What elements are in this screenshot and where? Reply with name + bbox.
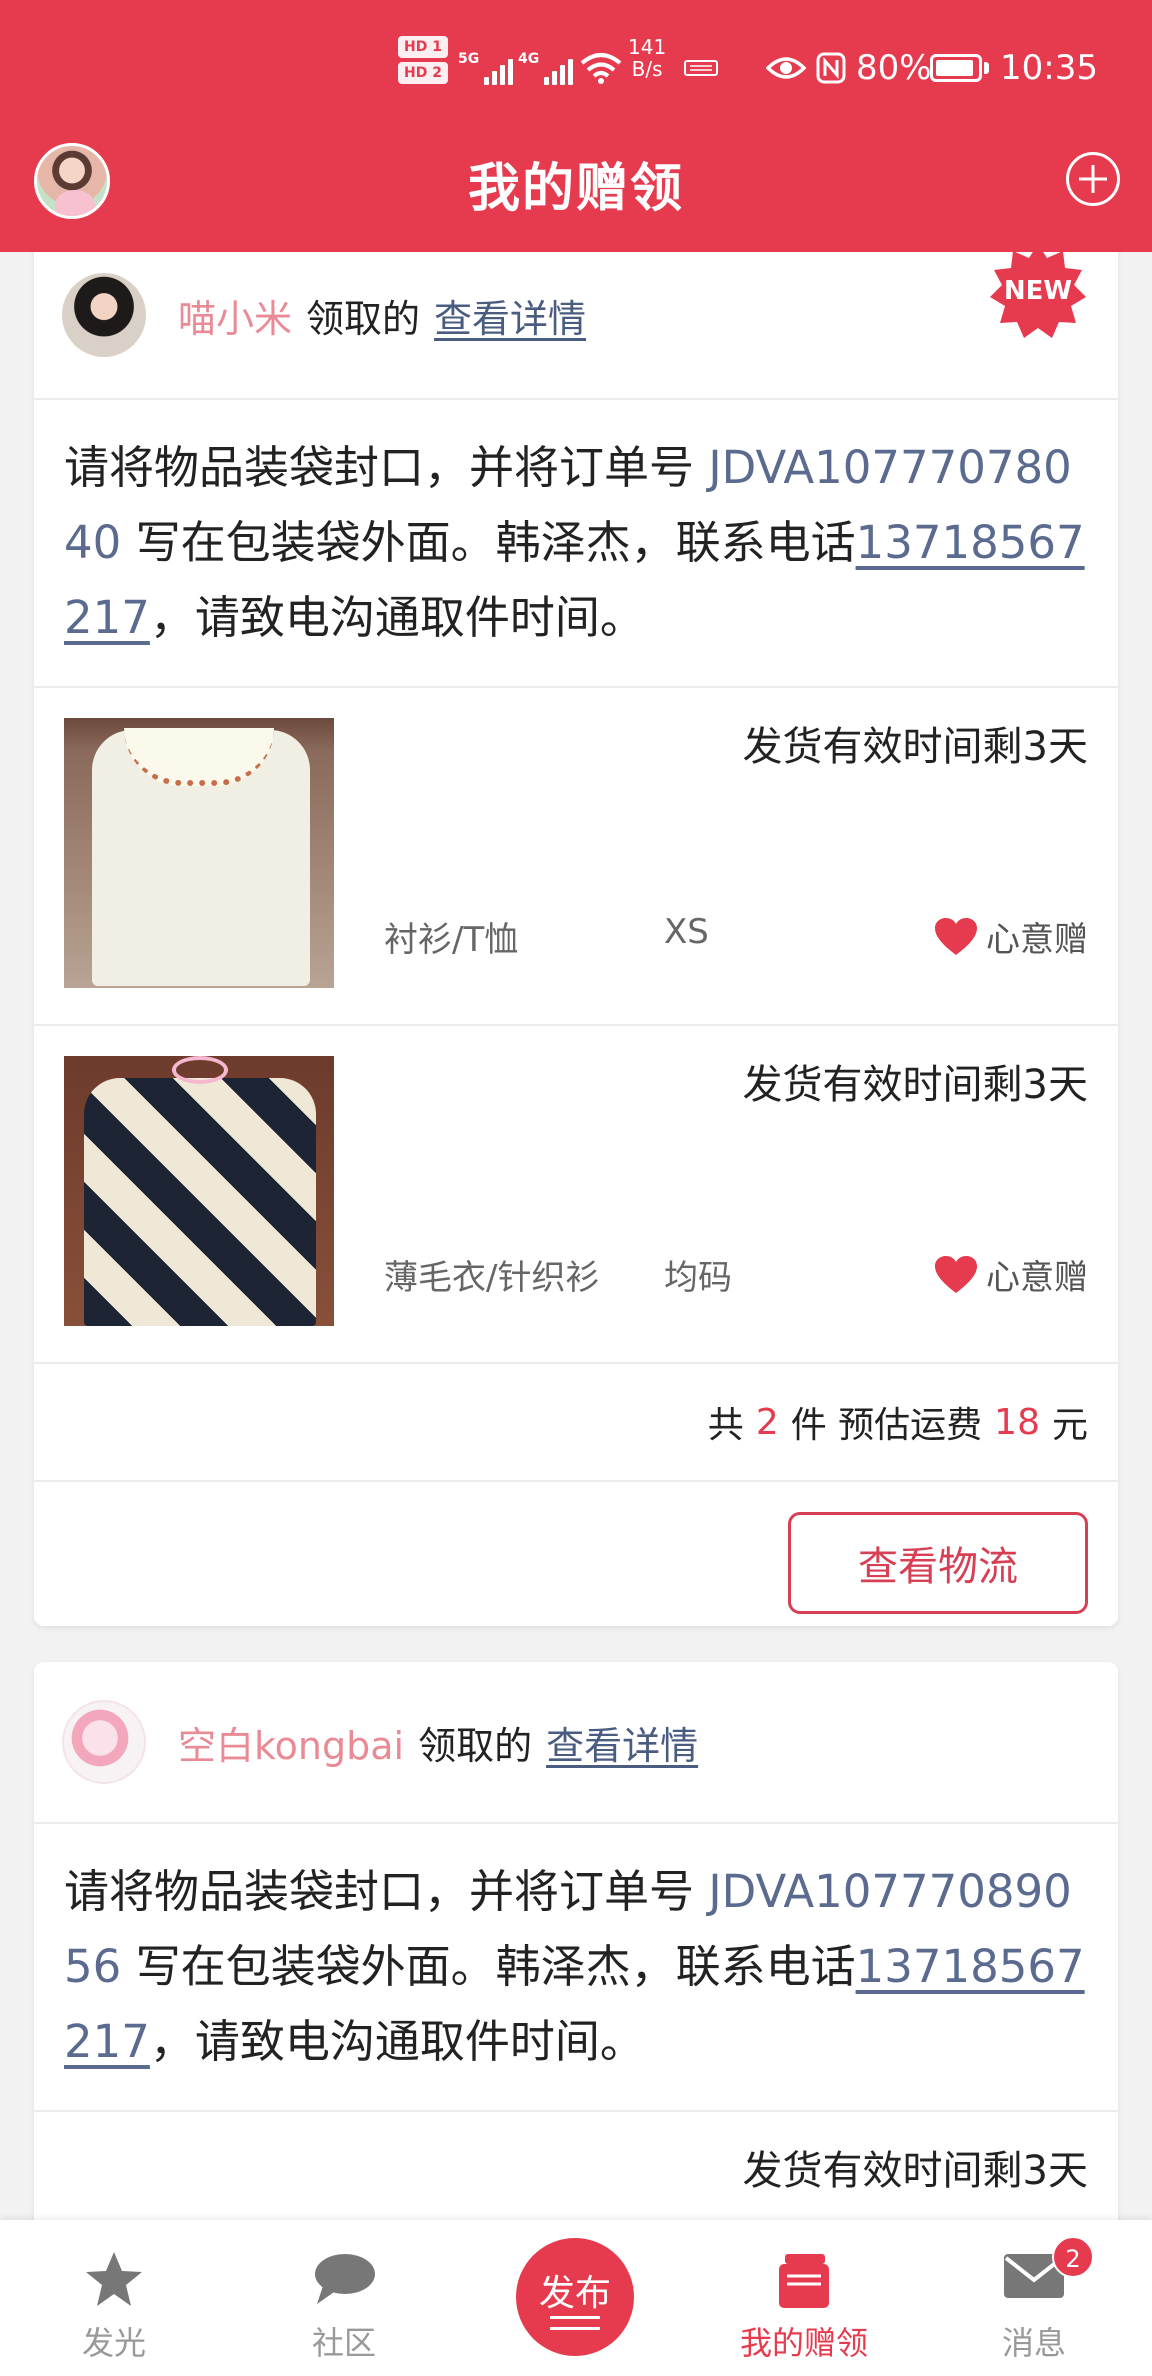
publish-icon bbox=[550, 2316, 600, 2330]
instruction-pre: 请将物品装袋封口，并将订单号 bbox=[64, 441, 709, 494]
chat-bubble-icon bbox=[315, 2254, 375, 2304]
card-actions: 查看物流 bbox=[34, 1482, 1118, 1626]
gift-type: 心意赠 bbox=[934, 912, 1088, 961]
instruction-post: ，请致电沟通取件时间。 bbox=[149, 2015, 645, 2068]
item-size: XS bbox=[664, 912, 709, 952]
nav-item-community[interactable]: 社区 bbox=[244, 2220, 444, 2376]
nav-label: 社区 bbox=[311, 2324, 376, 2362]
status-bar: HD 1 HD 2 5G 4G 141 B/s 80% 10:35 bbox=[0, 36, 1152, 100]
instruction-pre: 请将物品装袋封口，并将订单号 bbox=[64, 1865, 709, 1918]
speed-value: 141 bbox=[628, 35, 667, 59]
claim-suffix: 领取的 bbox=[418, 1723, 533, 1768]
instruction-post: ，请致电沟通取件时间。 bbox=[149, 591, 645, 644]
claimer-avatar[interactable] bbox=[62, 1700, 146, 1784]
gift-type: 心意赠 bbox=[934, 1250, 1088, 1299]
signal-4g-icon: 4G bbox=[518, 36, 574, 100]
nav-label: 消息 bbox=[1001, 2324, 1066, 2362]
item-image-sweater[interactable] bbox=[64, 1056, 334, 1326]
ship-deadline: 发货有效时间剩3天 bbox=[742, 2148, 1088, 2194]
hd2-label: HD 2 bbox=[398, 62, 448, 84]
nav-label: 我的赠领 bbox=[739, 2324, 868, 2362]
hd1-label: HD 1 bbox=[398, 36, 448, 58]
item-size: 均码 bbox=[664, 1258, 732, 1298]
claimer-name[interactable]: 喵小米 bbox=[178, 288, 292, 343]
instruction-block: 请将物品装袋封口，并将订单号 JDVA10777078040 写在包装袋外面。韩… bbox=[34, 400, 1118, 688]
instruction-mid: 写在包装袋外面。韩泽杰，联系电话 bbox=[121, 1940, 856, 1993]
network-speed: 141 B/s bbox=[628, 36, 666, 100]
bottom-nav: 发光 社区 发布 我的赠领 2 消息 bbox=[0, 2220, 1152, 2376]
item-row[interactable]: 发货有效时间剩3天 衬衫/T恤 XS 心意赠 bbox=[34, 688, 1118, 1026]
clock: 10:35 bbox=[1000, 48, 1098, 88]
claim-header: 空白kongbai 领取的 查看详情 bbox=[34, 1662, 1118, 1824]
eye-icon bbox=[766, 36, 806, 100]
app-header: HD 1 HD 2 5G 4G 141 B/s 80% 10:35 我的赠领 bbox=[0, 0, 1152, 252]
summary-mid: 件 预估运费 bbox=[790, 1405, 983, 1446]
item-image-shirt[interactable] bbox=[64, 718, 334, 988]
claim-line: 空白kongbai 领取的 查看详情 bbox=[178, 1715, 698, 1770]
page-title: 我的赠领 bbox=[467, 159, 684, 219]
item-row[interactable]: 发货有效时间剩3天 薄毛衣/针织衫 均码 心意赠 bbox=[34, 1026, 1118, 1364]
star-icon bbox=[86, 2252, 142, 2306]
gift-label: 心意赠 bbox=[986, 920, 1088, 960]
battery-percent: 80% bbox=[856, 48, 932, 88]
order-summary: 共 2 件 预估运费 18 元 bbox=[34, 1364, 1118, 1482]
item-category: 薄毛衣/针织衫 bbox=[384, 1258, 600, 1298]
ship-deadline: 发货有效时间剩3天 bbox=[742, 724, 1088, 770]
unread-badge: 2 bbox=[1052, 2236, 1094, 2278]
new-badge: NEW bbox=[988, 242, 1088, 342]
nav-item-messages[interactable]: 2 消息 bbox=[934, 2220, 1134, 2376]
claim-header: 喵小米 领取的 查看详情 NEW bbox=[34, 232, 1118, 400]
wifi-icon bbox=[580, 36, 622, 100]
item-category: 衬衫/T恤 bbox=[384, 920, 519, 960]
claimer-avatar[interactable] bbox=[62, 273, 146, 357]
publish-label: 发布 bbox=[538, 2273, 611, 2314]
view-logistics-button[interactable]: 查看物流 bbox=[788, 1512, 1088, 1614]
speed-unit: B/s bbox=[631, 57, 663, 81]
new-badge-label: NEW bbox=[1003, 276, 1073, 306]
item-count: 2 bbox=[755, 1401, 779, 1443]
summary-prefix: 共 bbox=[707, 1405, 744, 1446]
claim-line: 喵小米 领取的 查看详情 bbox=[178, 288, 586, 343]
signal-5g-icon: 5G bbox=[458, 36, 514, 100]
ship-deadline: 发货有效时间剩3天 bbox=[742, 1062, 1088, 1108]
network-logo-icon bbox=[684, 36, 718, 100]
claim-card: 空白kongbai 领取的 查看详情 请将物品装袋封口，并将订单号 JDVA10… bbox=[34, 1662, 1118, 2282]
battery-icon bbox=[930, 36, 989, 100]
view-detail-link[interactable]: 查看详情 bbox=[434, 288, 586, 343]
view-detail-link[interactable]: 查看详情 bbox=[546, 1715, 698, 1770]
gift-label: 心意赠 bbox=[986, 1258, 1088, 1298]
hd-indicator: HD 1 HD 2 bbox=[398, 36, 448, 100]
claimer-name[interactable]: 空白kongbai bbox=[178, 1715, 404, 1770]
heart-icon bbox=[935, 917, 977, 955]
network-4g-label: 4G bbox=[518, 51, 540, 67]
nfc-icon bbox=[816, 36, 846, 100]
fee-unit: 元 bbox=[1051, 1405, 1088, 1446]
instruction-block: 请将物品装袋封口，并将订单号 JDVA10777089056 写在包装袋外面。韩… bbox=[34, 1824, 1118, 2112]
nav-item-my-gifts[interactable]: 我的赠领 bbox=[704, 2220, 904, 2376]
nav-label: 发光 bbox=[81, 2324, 146, 2362]
heart-icon bbox=[935, 1255, 977, 1293]
nav-item-shine[interactable]: 发光 bbox=[14, 2220, 214, 2376]
claim-card: 喵小米 领取的 查看详情 NEW 请将物品装袋封口，并将订单号 JDVA1077… bbox=[34, 232, 1118, 1626]
gift-box-icon bbox=[779, 2254, 829, 2308]
instruction-text: 请将物品装袋封口，并将订单号 JDVA10777078040 写在包装袋外面。韩… bbox=[34, 400, 1118, 655]
add-button[interactable] bbox=[1066, 152, 1120, 206]
instruction-mid: 写在包装袋外面。韩泽杰，联系电话 bbox=[121, 516, 856, 569]
publish-button[interactable]: 发布 bbox=[516, 2238, 634, 2356]
claim-suffix: 领取的 bbox=[306, 296, 421, 341]
instruction-text: 请将物品装袋封口，并将订单号 JDVA10777089056 写在包装袋外面。韩… bbox=[34, 1824, 1118, 2079]
network-5g-label: 5G bbox=[458, 51, 480, 67]
shipping-fee: 18 bbox=[994, 1401, 1040, 1443]
